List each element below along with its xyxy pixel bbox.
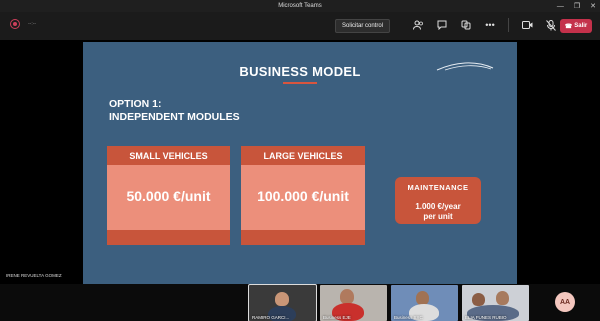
- participant-tile[interactable]: Business SYC: [391, 285, 458, 321]
- large-vehicles-price: 100.000 €/unit: [257, 188, 349, 204]
- request-control-button[interactable]: Solicitar control: [335, 19, 390, 33]
- leave-label: Salir: [574, 23, 588, 29]
- more-options-icon[interactable]: •••: [484, 19, 496, 31]
- toolbar-divider: [508, 18, 509, 32]
- option-line-1: OPTION 1:: [109, 98, 162, 110]
- small-vehicles-card: SMALL VEHICLES 50.000 €/unit: [107, 146, 230, 245]
- window-title: Microsoft Teams: [278, 3, 322, 9]
- participant-name: ELIA FUNES RUBIO: [465, 315, 507, 320]
- participant-tile[interactable]: RAMIRO GARCI...: [248, 284, 317, 321]
- maintenance-value: 1.000 €/year per unit: [395, 202, 481, 222]
- participant-name: Business SYC: [394, 315, 423, 320]
- mic-muted-icon[interactable]: [545, 19, 557, 31]
- presentation-slide: BUSINESS MODEL OPTION 1: INDEPENDENT MOD…: [83, 42, 517, 284]
- logo-swoosh-icon: [436, 62, 494, 71]
- meeting-timer: --:--: [28, 21, 37, 27]
- maintenance-value-line-1: 1.000 €/year: [415, 202, 461, 211]
- participant-video: [275, 292, 289, 306]
- participant-video: [416, 291, 429, 305]
- participant-tile[interactable]: Business EJE: [320, 285, 387, 321]
- participants-icon[interactable]: [412, 19, 424, 31]
- participant-video: [340, 289, 354, 304]
- recording-status: --:--: [10, 19, 36, 29]
- camera-icon[interactable]: [521, 19, 533, 31]
- maximize-icon[interactable]: ❐: [574, 2, 580, 10]
- small-vehicles-title: SMALL VEHICLES: [107, 146, 230, 165]
- close-window-icon[interactable]: ✕: [590, 2, 596, 10]
- participant-name: Business EJE: [323, 315, 351, 320]
- phone-hangup-icon: ☎: [564, 23, 573, 30]
- chat-icon[interactable]: [436, 19, 448, 31]
- option-line-2: INDEPENDENT MODULES: [109, 111, 240, 123]
- option-heading: OPTION 1: INDEPENDENT MODULES: [109, 98, 240, 124]
- window-titlebar: Microsoft Teams — ❐ ✕: [0, 0, 600, 12]
- large-vehicles-card: LARGE VEHICLES 100.000 €/unit: [241, 146, 365, 245]
- small-vehicles-price: 50.000 €/unit: [126, 188, 211, 204]
- maintenance-value-line-2: per unit: [423, 212, 453, 221]
- maintenance-box: MAINTENANCE 1.000 €/year per unit: [395, 177, 481, 224]
- presenter-name: IRENE REVUELTA GOMEZ: [6, 273, 62, 278]
- large-vehicles-title: LARGE VEHICLES: [241, 146, 365, 165]
- maintenance-title: MAINTENANCE: [407, 183, 469, 192]
- window-controls: — ❐ ✕: [557, 0, 596, 12]
- card-footer: [107, 230, 230, 245]
- recording-icon: [10, 19, 20, 29]
- reactions-icon[interactable]: [460, 19, 472, 31]
- participant-tile[interactable]: ELIA FUNES RUBIO: [462, 285, 529, 321]
- self-avatar[interactable]: AA: [555, 292, 575, 312]
- participant-video: [496, 291, 509, 305]
- meeting-toolbar: --:-- Solicitar control ••• ☎ Salir: [0, 12, 600, 40]
- leave-button[interactable]: ☎ Salir: [560, 19, 592, 33]
- participant-name: RAMIRO GARCI...: [252, 315, 290, 320]
- card-footer: [241, 230, 365, 245]
- minimize-icon[interactable]: —: [557, 3, 564, 10]
- title-underline: [283, 82, 317, 84]
- participant-video: [472, 293, 485, 306]
- toolbar-icons: •••: [412, 18, 581, 32]
